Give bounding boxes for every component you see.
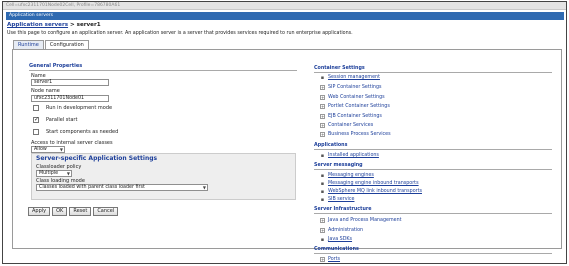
link-messaging-engines[interactable]: ▪ Messaging engines — [320, 173, 374, 179]
expand-plus-icon: + — [320, 132, 325, 137]
development-mode-checkbox[interactable] — [33, 105, 39, 111]
expand-sip-container-settings[interactable]: + SIP Container Settings — [320, 85, 382, 91]
bullet-icon: ▪ — [320, 189, 325, 195]
chevron-down-icon: ▼ — [59, 147, 63, 152]
link-messaging-engine-inbound-transports[interactable]: ▪ Messaging engine inbound transports — [320, 181, 419, 187]
expand-plus-icon: + — [320, 114, 325, 119]
page-description: Use this page to configure an applicatio… — [7, 31, 353, 36]
link-websphere-mq-link-inbound-transports[interactable]: ▪ WebSphere MQ link inbound transports — [320, 189, 422, 195]
window-title-bar: Application servers — [6, 12, 564, 20]
breadcrumb-parent-link[interactable]: Application servers — [7, 22, 68, 28]
bullet-icon: ▪ — [320, 181, 325, 187]
tab-bar: Runtime Configuration — [13, 40, 90, 50]
start-components-label: Start components as needed — [46, 129, 119, 135]
expand-ports[interactable]: + Ports — [320, 257, 340, 263]
server-messaging-heading: Server messaging — [314, 163, 552, 170]
breadcrumb-current: server1 — [76, 22, 101, 28]
chevron-down-icon: ▼ — [66, 171, 70, 176]
access-internal-classes-value: Allow — [34, 147, 47, 152]
node-name-label: Node name — [31, 88, 60, 94]
expand-plus-icon: + — [320, 228, 325, 233]
expand-plus-icon: + — [320, 123, 325, 128]
cancel-button[interactable]: Cancel — [93, 207, 119, 216]
expand-plus-icon: + — [320, 95, 325, 100]
expand-portlet-container-settings[interactable]: + Portlet Container Settings — [320, 104, 390, 110]
bullet-icon: ▪ — [320, 75, 325, 81]
classloader-policy-select[interactable]: Multiple ▼ — [36, 170, 72, 177]
name-field[interactable]: server1 — [31, 79, 109, 86]
bullet-icon: ▪ — [320, 173, 325, 179]
bullet-icon: ▪ — [320, 197, 325, 203]
link-installed-applications[interactable]: ▪ Installed applications — [320, 153, 379, 159]
expand-web-container-settings[interactable]: + Web Container Settings — [320, 95, 385, 101]
parallel-start-label: Parallel start — [46, 117, 78, 123]
expand-plus-icon: + — [320, 85, 325, 90]
link-session-management[interactable]: ▪ Session management — [320, 75, 380, 81]
expand-container-services[interactable]: + Container Services — [320, 123, 373, 129]
chevron-down-icon: ▼ — [202, 185, 206, 190]
bullet-icon: ▪ — [320, 237, 325, 243]
class-loading-mode-select[interactable]: Classes loaded with parent class loader … — [36, 184, 208, 191]
access-internal-classes-select[interactable]: Allow ▼ — [31, 146, 65, 153]
node-name-field[interactable]: ufxc2311701Node01 — [31, 95, 109, 102]
tab-runtime[interactable]: Runtime — [13, 40, 44, 49]
expand-business-process-services[interactable]: + Business Process Services — [320, 132, 391, 138]
expand-plus-icon: + — [320, 104, 325, 109]
apply-button[interactable]: Apply — [28, 207, 51, 216]
parallel-start-checkbox[interactable] — [33, 116, 39, 123]
expand-plus-icon: + — [320, 257, 325, 262]
ok-button[interactable]: OK — [52, 207, 68, 216]
general-properties-heading: General Properties — [29, 63, 297, 71]
development-mode-label: Run in development mode — [46, 105, 113, 111]
server-specific-settings-heading: Server-specific Application Settings — [36, 155, 158, 162]
applications-heading: Applications — [314, 143, 552, 150]
container-settings-heading: Container Settings — [314, 66, 552, 73]
reset-button[interactable]: Reset — [69, 207, 92, 216]
communications-heading: Communications — [314, 247, 552, 254]
classloader-policy-value: Multiple — [39, 171, 59, 176]
cell-path-bar: Cell=ufxc2311701Node02Cell, Profile=7867… — [3, 2, 566, 10]
start-components-checkbox[interactable] — [33, 129, 39, 135]
expand-ejb-container-settings[interactable]: + EJB Container Settings — [320, 114, 382, 120]
breadcrumb: Application servers > server1 — [7, 22, 101, 28]
expand-java-and-process-management[interactable]: + Java and Process Management — [320, 218, 402, 224]
expand-plus-icon: + — [320, 218, 325, 223]
breadcrumb-separator: > — [68, 22, 77, 28]
link-sib-service[interactable]: ▪ SIB service — [320, 197, 355, 203]
link-java-sdks[interactable]: ▪ Java SDKs — [320, 237, 352, 243]
bullet-icon: ▪ — [320, 153, 325, 159]
button-row: Apply OK Reset Cancel — [28, 207, 120, 216]
server-infrastructure-heading: Server Infrastructure — [314, 207, 552, 214]
class-loading-mode-value: Classes loaded with parent class loader … — [39, 185, 145, 190]
expand-administration[interactable]: + Administration — [320, 228, 363, 234]
